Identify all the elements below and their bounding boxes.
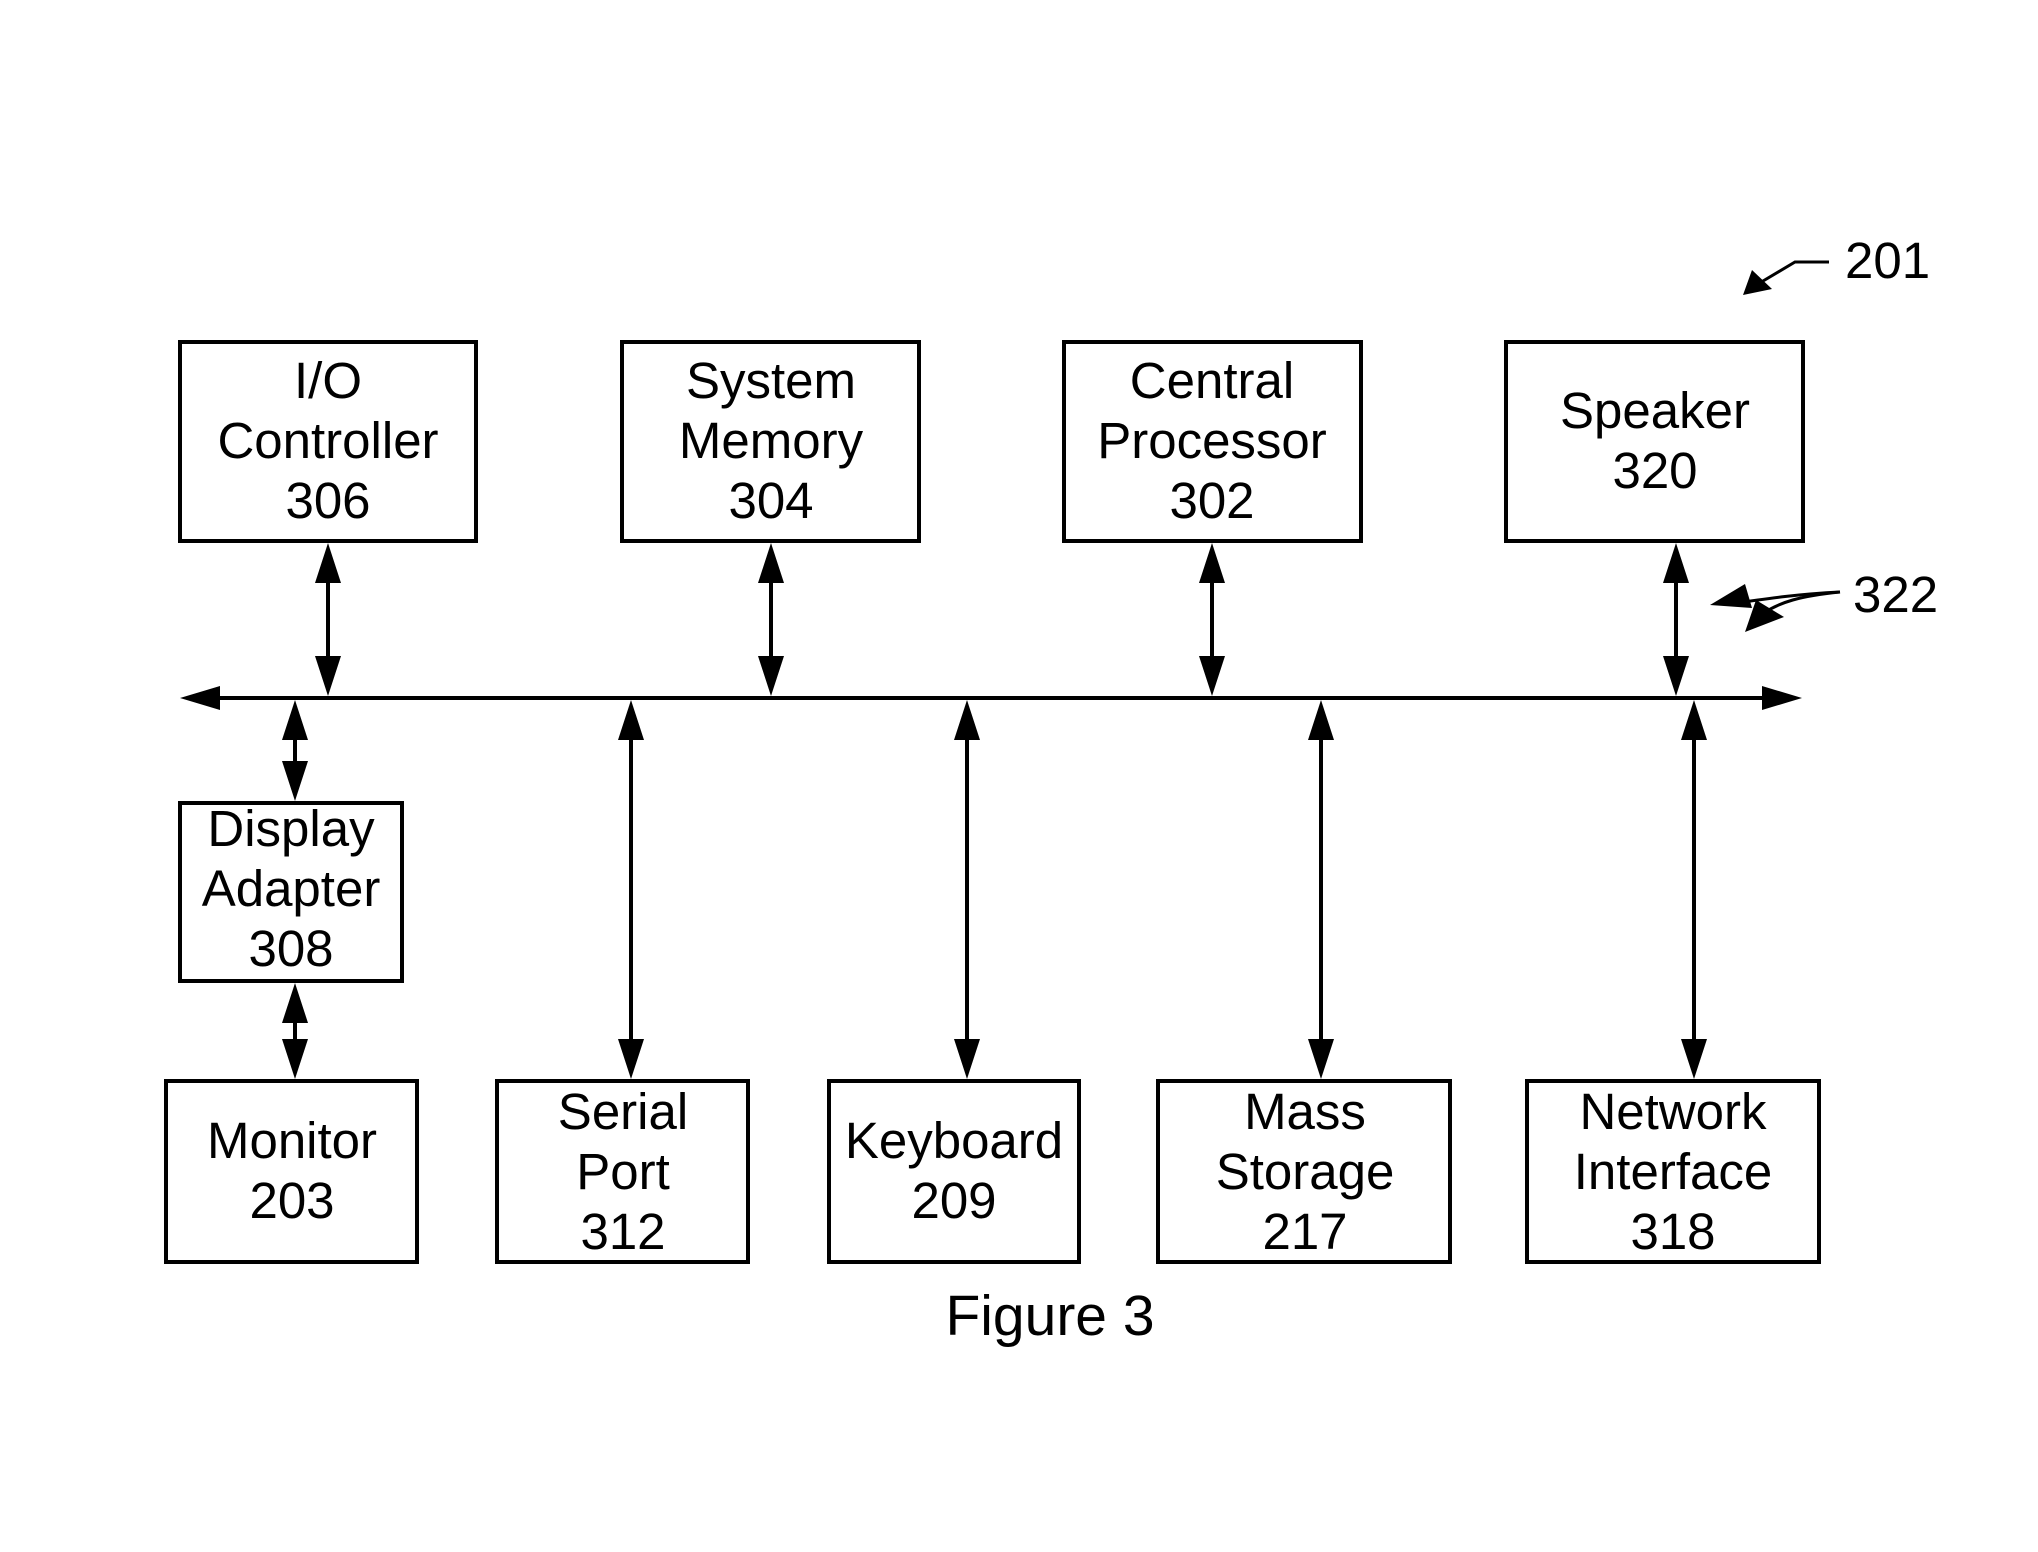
- speaker-block: Speaker 320: [1504, 340, 1805, 543]
- speaker-line-1: Speaker: [1560, 382, 1750, 439]
- connector-arrowhead-down: [1681, 1039, 1707, 1079]
- connector-arrowhead-up: [315, 543, 341, 583]
- mass-storage-line-2: Storage: [1216, 1143, 1395, 1200]
- central-processor-line-1: Central: [1130, 352, 1294, 409]
- connector-arrowhead-down: [282, 1039, 308, 1079]
- keyboard-connector: [954, 700, 980, 1079]
- connector-arrowhead-up: [954, 700, 980, 740]
- serial-port-line-3: 312: [580, 1203, 665, 1260]
- ref-label-322: 322: [1853, 566, 1938, 623]
- system-memory-connector: [758, 543, 784, 696]
- display-adapter-monitor-connector: [282, 983, 308, 1079]
- connector-arrowhead-down: [1663, 656, 1689, 696]
- io-controller-line-3: 306: [285, 472, 370, 529]
- connector-arrowhead-down: [758, 656, 784, 696]
- connector-arrowhead-up: [1308, 700, 1334, 740]
- central-processor-block: Central Processor 302: [1062, 340, 1363, 543]
- io-controller-connector: [315, 543, 341, 696]
- connector-arrowhead-down: [1199, 656, 1225, 696]
- connector-arrowhead-up: [1663, 543, 1689, 583]
- mass-storage-block: Mass Storage 217: [1156, 1079, 1452, 1264]
- serial-port-line-2: Port: [576, 1143, 670, 1200]
- network-interface-block: Network Interface 318: [1525, 1079, 1821, 1264]
- system-memory-line-2: Memory: [679, 412, 864, 469]
- connector-arrowhead-down: [1308, 1039, 1334, 1079]
- network-interface-connector: [1681, 700, 1707, 1079]
- connector-arrowhead-down: [315, 656, 341, 696]
- system-memory-block: System Memory 304: [620, 340, 921, 543]
- connector-arrowhead-up: [1199, 543, 1225, 583]
- monitor-line-1: Monitor: [207, 1112, 377, 1169]
- system-reference-201: 201: [1743, 232, 1930, 295]
- arrowhead-201: [1743, 270, 1772, 295]
- network-interface-line-3: 318: [1630, 1203, 1715, 1260]
- connector-arrows: [282, 543, 1707, 1079]
- connector-arrowhead-up: [1681, 700, 1707, 740]
- connector-arrowhead-up: [758, 543, 784, 583]
- keyboard-line-1: Keyboard: [845, 1112, 1063, 1169]
- block-diagram: 201 322 I/O Controller 306 System Memory…: [164, 232, 1938, 1348]
- mass-storage-line-1: Mass: [1244, 1083, 1366, 1140]
- connector-arrowhead-up: [282, 700, 308, 740]
- serial-port-line-1: Serial: [558, 1083, 688, 1140]
- io-controller-block: I/O Controller 306: [178, 340, 478, 543]
- display-adapter-block: Display Adapter 308: [178, 800, 404, 983]
- central-processor-line-3: 302: [1169, 472, 1254, 529]
- mass-storage-line-3: 217: [1262, 1203, 1347, 1260]
- leader-line-201: [1757, 260, 1829, 286]
- speaker-connector: [1663, 543, 1689, 696]
- connector-arrowhead-up: [282, 983, 308, 1023]
- central-processor-line-2: Processor: [1097, 412, 1327, 469]
- bus-left-arrowhead: [180, 686, 220, 710]
- keyboard-line-2: 209: [911, 1172, 996, 1229]
- monitor-line-2: 203: [249, 1172, 334, 1229]
- network-interface-line-2: Interface: [1574, 1143, 1772, 1200]
- serial-port-connector: [618, 700, 644, 1079]
- connector-arrowhead-up: [618, 700, 644, 740]
- display-adapter-line-2: Adapter: [202, 860, 381, 917]
- system-bus: [180, 686, 1802, 710]
- display-adapter-line-1: Display: [207, 800, 375, 857]
- connector-arrowhead-down: [282, 761, 308, 801]
- network-interface-line-1: Network: [1579, 1083, 1767, 1140]
- connector-arrowhead-down: [954, 1039, 980, 1079]
- display-adapter-bus-connector: [282, 700, 308, 801]
- serial-port-block: Serial Port 312: [495, 1079, 750, 1264]
- speaker-line-2: 320: [1612, 442, 1697, 499]
- monitor-block: Monitor 203: [164, 1079, 419, 1264]
- display-adapter-line-3: 308: [248, 920, 333, 977]
- mass-storage-connector: [1308, 700, 1334, 1079]
- system-memory-line-3: 304: [728, 472, 813, 529]
- ref-label-201: 201: [1845, 232, 1930, 289]
- bus-right-arrowhead: [1762, 686, 1802, 710]
- connector-arrowhead-down: [618, 1039, 644, 1079]
- figure-caption: Figure 3: [945, 1284, 1154, 1348]
- system-memory-line-1: System: [686, 352, 856, 409]
- arrowhead-322-a: [1710, 584, 1752, 608]
- central-processor-connector: [1199, 543, 1225, 696]
- bus-reference-322: 322: [1710, 566, 1938, 632]
- keyboard-block: Keyboard 209: [827, 1079, 1081, 1264]
- io-controller-line-2: Controller: [217, 412, 438, 469]
- io-controller-line-1: I/O: [294, 352, 362, 409]
